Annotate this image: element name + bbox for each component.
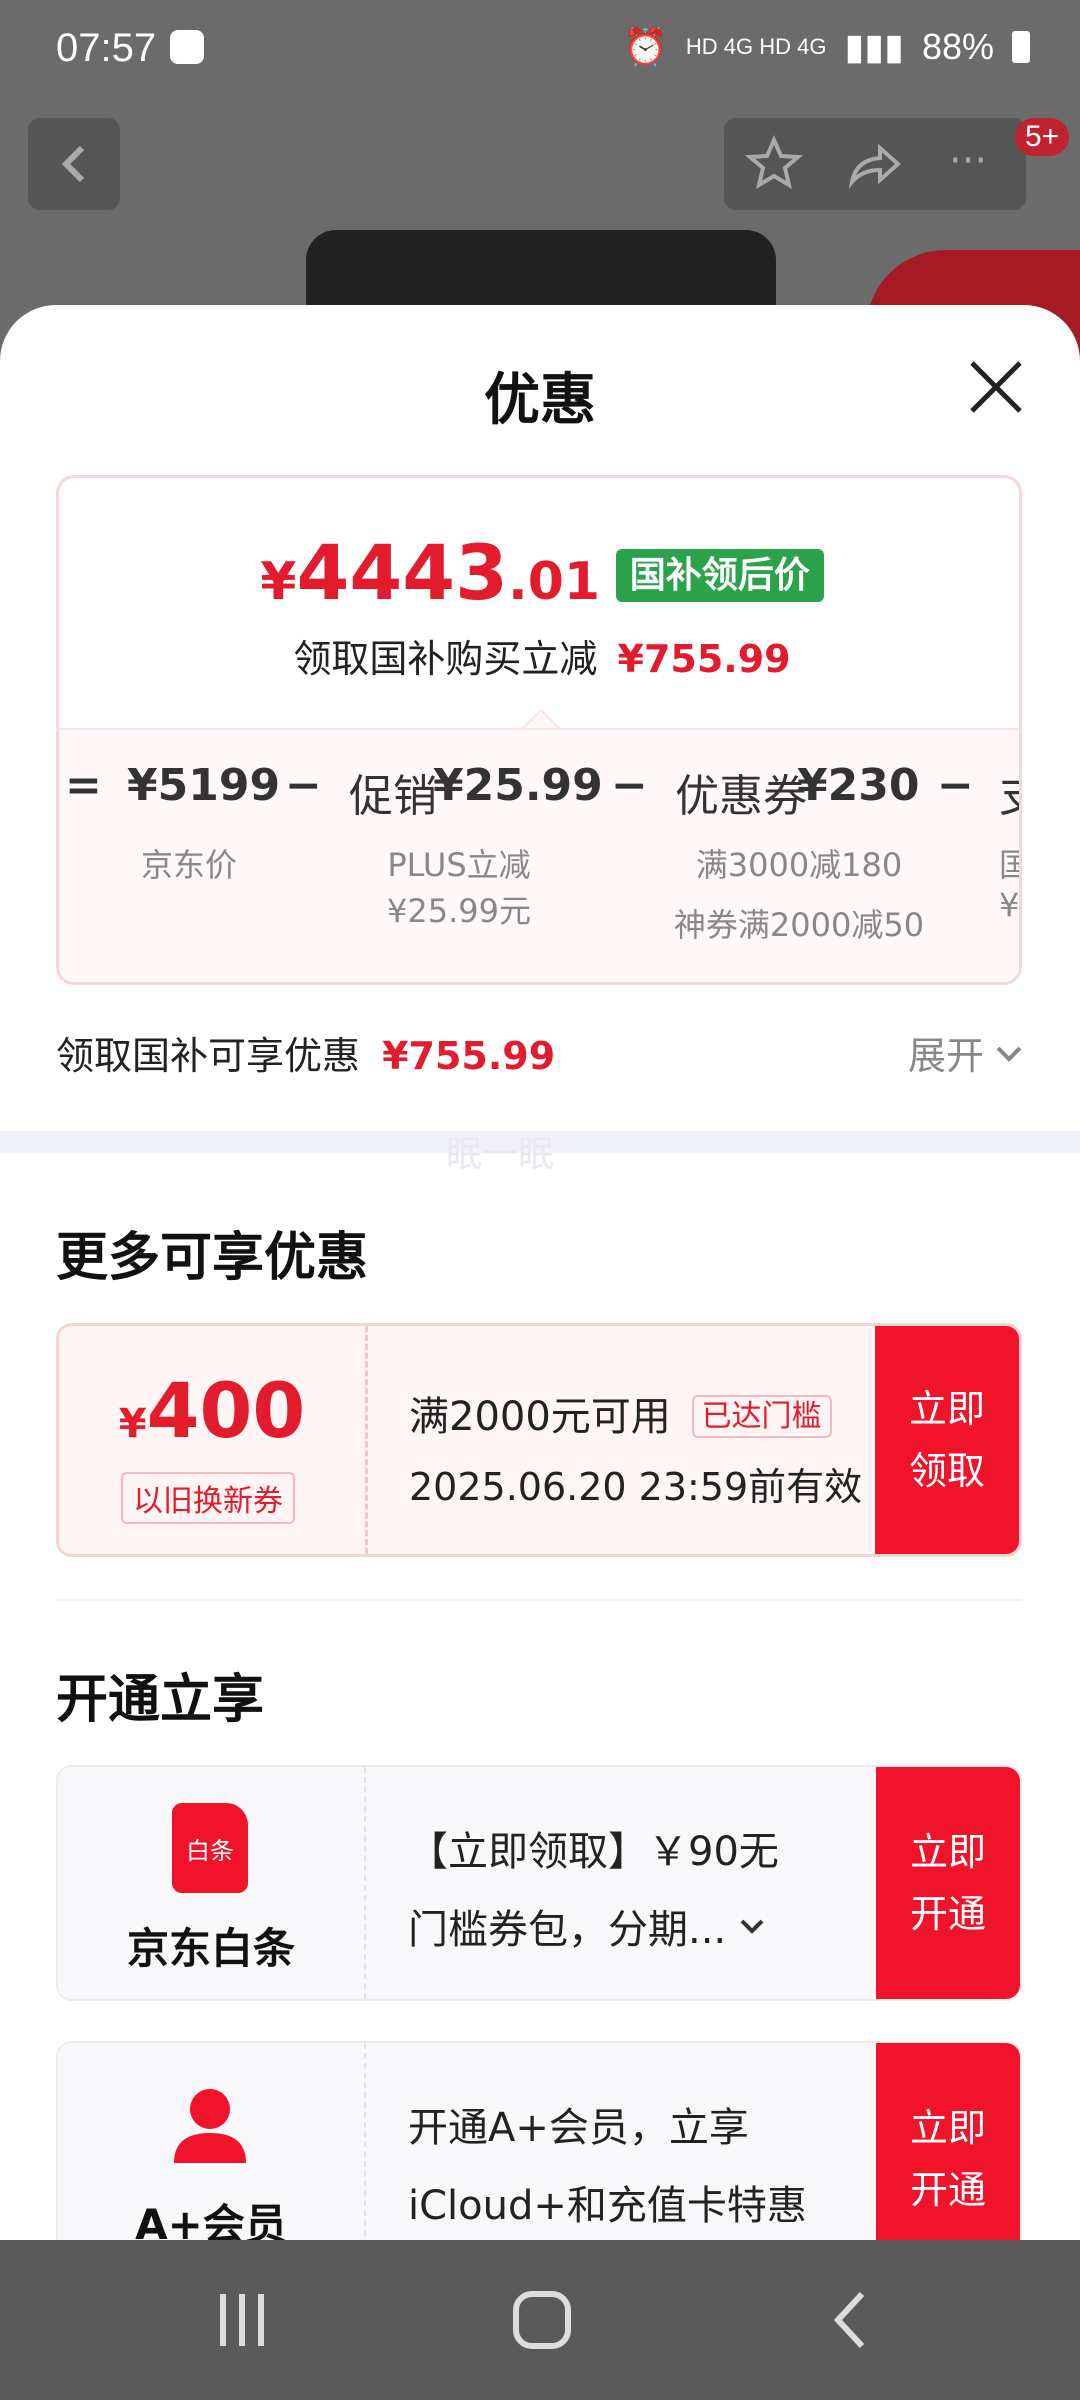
threshold-reached-tag: 已达门槛 (691, 1395, 832, 1438)
coupon-expiry: 2025.06.20 23:59前有效 (409, 1465, 863, 1509)
battery-text: 88% (921, 26, 994, 67)
coupon-condition-text: 满2000元可用 (409, 1394, 671, 1440)
status-indicators: ⏰ HD 4G HD 4G ▮▮▮ 88% (623, 26, 1030, 68)
price-currency: ¥ (260, 552, 297, 612)
coupon-type-tag: 以旧换新券 (121, 1472, 295, 1524)
network-indicators: HD 4G HD 4G (685, 34, 827, 59)
open-baitiao-button[interactable]: 立即 开通 (876, 1767, 1020, 1999)
aplus-desc-line2: iCloud+和充值卡特惠 (408, 2183, 807, 2229)
status-bar: 07:57 ⏰ HD 4G HD 4G ▮▮▮ 88% (0, 0, 1080, 100)
coupon-condition-1: 满3000减180 (695, 846, 903, 884)
saving-text: 领取国补购买立减 (293, 637, 598, 681)
more-icon[interactable]: ··· (949, 138, 987, 184)
saving-amount: ¥755.99 (617, 637, 791, 681)
aplus-name: A+会员 (135, 2200, 287, 2240)
price-decimal: .01 (508, 552, 601, 612)
op-equals: = (65, 760, 102, 811)
plus-discount-value: ¥25.99元 (387, 892, 531, 930)
final-price: ¥4443.01 国补领后价 (59, 528, 1019, 617)
notification-badge: 5+ (1015, 118, 1070, 156)
clock-app-icon (170, 30, 204, 64)
expand-label: 展开 (908, 1034, 985, 1078)
op-minus-1: − (285, 760, 322, 811)
jd-price-label: 京东价 (140, 846, 237, 884)
coupon-label: 优惠券 (675, 771, 807, 822)
subsidy-price-tag: 国补领后价 (615, 549, 824, 602)
baitiao-left: 白条 京东白条 (58, 1767, 366, 1999)
coupon-card: ¥400 以旧换新券 满2000元可用 已达门槛 2025.06.20 23:5… (56, 1323, 1022, 1557)
op-minus-2: − (611, 760, 648, 811)
coupon-condition-2: 神券满2000减50 (673, 906, 925, 944)
coupon-value: ¥230 (797, 760, 920, 811)
aplus-card: A+会员 开通A+会员，立享 iCloud+和充值卡特惠 立即 开通 (56, 2041, 1022, 2240)
price-integer: 4443 (296, 528, 508, 617)
payment-sub1-partial: 国 (999, 840, 1019, 886)
open-offers-title: 开通立享 (56, 1670, 265, 1730)
aplus-left: A+会员 (58, 2043, 366, 2240)
chevron-left-icon (61, 145, 85, 183)
summary-line: 领取国补可享优惠 ¥755.99 (56, 1025, 555, 1080)
payment-label-partial: 支 (999, 760, 1019, 824)
signal-icon: ▮▮▮ (844, 26, 904, 67)
share-icon[interactable] (844, 134, 904, 194)
baitiao-desc-line2: 门槛券包，分期... (408, 1907, 727, 1953)
sheet-title: 优惠 (484, 368, 596, 433)
coupon-amount: ¥400 (59, 1366, 365, 1455)
divider-line (56, 1599, 1022, 1601)
back-nav-icon[interactable] (820, 2288, 880, 2352)
coupon-currency: ¥ (118, 1401, 147, 1447)
jd-price-value: ¥5199 (127, 760, 281, 811)
recent-apps-icon[interactable] (212, 2288, 272, 2352)
baitiao-desc-line2-wrap[interactable]: 门槛券包，分期... (408, 1897, 766, 1955)
back-button[interactable] (28, 118, 120, 210)
baitiao-icon: 白条 (172, 1803, 248, 1893)
promo-value: ¥25.99 (433, 760, 603, 811)
watermark: 眠一眠 (446, 1134, 555, 1175)
battery-icon (1012, 31, 1030, 63)
op-minus-3: − (937, 760, 974, 811)
top-actions: ··· (724, 118, 1026, 210)
summary-amount: ¥755.99 (382, 1034, 556, 1078)
home-icon[interactable] (510, 2288, 574, 2352)
expand-toggle[interactable]: 展开 (908, 1025, 1024, 1080)
open-aplus-button[interactable]: 立即 开通 (876, 2043, 1020, 2240)
claim-coupon-button[interactable]: 立即 领取 (875, 1326, 1019, 1554)
coupon-left: ¥400 以旧换新券 (59, 1326, 368, 1554)
status-time: 07:57 (56, 26, 157, 70)
chevron-down-icon (996, 1046, 1022, 1062)
price-breakdown-card: ¥4443.01 国补领后价 领取国补购买立减 ¥755.99 = ¥5199 … (56, 475, 1022, 985)
chevron-down-icon (740, 1919, 764, 1934)
system-nav-bar (0, 2240, 1080, 2400)
baitiao-name: 京东白条 (126, 1924, 295, 1973)
more-offers-title: 更多可享优惠 (56, 1228, 369, 1288)
payment-sub2-partial: ¥ (999, 886, 1020, 924)
promo-label: 促销 (349, 771, 437, 822)
coupon-condition: 满2000元可用 已达门槛 (409, 1384, 832, 1442)
summary-label: 领取国补可享优惠 (56, 1034, 361, 1078)
close-icon[interactable] (966, 357, 1026, 417)
user-icon (174, 2089, 246, 2163)
breakdown-row: = ¥5199 京东价 − 促销 ¥25.99 PLUS立减 ¥25.99元 −… (59, 728, 1020, 982)
star-icon[interactable] (744, 134, 804, 194)
coupon-amount-value: 400 (146, 1366, 306, 1455)
aplus-desc-line1: 开通A+会员，立享 (408, 2105, 749, 2151)
saving-line: 领取国补购买立减 ¥755.99 (59, 628, 1019, 683)
plus-discount-label: PLUS立减 (387, 846, 531, 884)
alarm-icon: ⏰ (623, 26, 668, 67)
baitiao-card: 白条 京东白条 【立即领取】￥90无 门槛券包，分期... 立即 开通 (56, 1765, 1022, 2001)
baitiao-desc-line1: 【立即领取】￥90无 (408, 1829, 779, 1875)
discount-sheet: 优惠 ¥4443.01 国补领后价 领取国补购买立减 ¥755.99 = ¥51… (0, 305, 1080, 2240)
